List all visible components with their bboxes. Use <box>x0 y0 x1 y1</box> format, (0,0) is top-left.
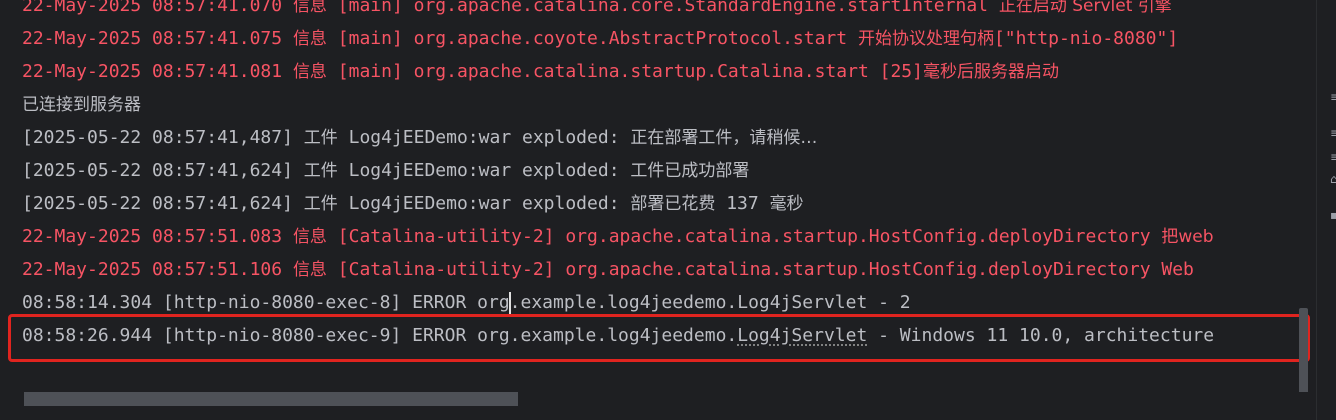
console-line-segment: 信息 <box>292 227 327 247</box>
console-line-segment: [main] org.apache.catalina.startup.Catal… <box>326 61 923 82</box>
console-line-segment: 开始协议处理句柄 <box>857 29 994 49</box>
console-line-segment: 137 <box>715 193 770 214</box>
console-line-segment: 工件 <box>303 194 338 214</box>
console-line-segment: [2025-05-22 08:57:41,487] <box>22 127 304 148</box>
soft-wrap-icon[interactable]: ≡ <box>1330 91 1336 103</box>
console-line-segment: 信息 <box>292 62 327 82</box>
console-line-segment: 工件 <box>303 128 338 148</box>
console-line-segment: 08:58:14.304 [http-nio-8080-exec-8] ERRO… <box>22 292 510 313</box>
console-line-segment: ["http-nio-8080"] <box>993 28 1179 49</box>
console-line-segment: 22-May-2025 08:57:51.106 <box>22 259 293 280</box>
console-line-segment: [2025-05-22 08:57:41,624] <box>22 160 304 181</box>
console-line-segment: 正在启动 Servlet 引擎 <box>998 0 1172 16</box>
console-line: 22-May-2025 08:57:41.075 信息 [main] org.a… <box>22 22 1312 55</box>
console-line-segment: 信息 <box>292 29 327 49</box>
console-line: [2025-05-22 08:57:41,624] 工件 Log4jEEDemo… <box>22 187 1312 220</box>
console-line: 22-May-2025 08:57:51.083 信息 [Catalina-ut… <box>22 220 1312 253</box>
console-line-segment: 正在部署工件，请稍候… <box>630 128 818 148</box>
vertical-scrollbar-thumb[interactable] <box>1299 308 1308 400</box>
console-line-segment: [Catalina-utility-2] org.apache.catalina… <box>326 259 1194 280</box>
clear-icon[interactable]: ▪ <box>1330 209 1336 221</box>
console-line-segment: 工件已成功部署 <box>630 161 750 181</box>
console-lines: 22-May-2025 08:57:41.070 信息 [main] org.a… <box>22 0 1312 352</box>
console-line: 22-May-2025 08:57:41.081 信息 [main] org.a… <box>22 55 1312 88</box>
console-line-segment: [Catalina-utility-2] org.apache.catalina… <box>326 226 1162 247</box>
console-line: [2025-05-22 08:57:41,487] 工件 Log4jEEDemo… <box>22 121 1312 154</box>
console-line-segment: 工件 <box>303 161 338 181</box>
console-line-segment: [main] org.apache.coyote.AbstractProtoco… <box>326 28 858 49</box>
console-line-segment: 把web <box>1161 227 1214 247</box>
console-line-segment: Log4jEEDemo:war exploded: <box>337 160 631 181</box>
console-line-segment: Log4jEEDemo:war exploded: <box>337 193 631 214</box>
print-icon[interactable]: ⌂ <box>1330 173 1336 185</box>
scroll-to-end-icon[interactable]: ≡ <box>1330 127 1336 139</box>
filter-icon[interactable]: ≡ <box>1330 151 1336 163</box>
console-line-segment: 22-May-2025 08:57:41.081 <box>22 61 293 82</box>
console-line-segment: .example.log4jeedemo.Log4jServlet - 2 <box>509 292 911 313</box>
console-line-segment: 22-May-2025 08:57:51.083 <box>22 226 293 247</box>
console-line-segment: Log4jEEDemo:war exploded: <box>337 127 631 148</box>
console-line: 22-May-2025 08:57:41.070 信息 [main] org.a… <box>22 0 1312 22</box>
console-line: [2025-05-22 08:57:41,624] 工件 Log4jEEDemo… <box>22 154 1312 187</box>
horizontal-scrollbar-thumb[interactable] <box>24 392 518 406</box>
console-line-segment: 部署已花费 <box>630 194 716 214</box>
console-line-segment: 已连接到服务器 <box>22 95 141 115</box>
highlight-annotation <box>8 314 1310 362</box>
console-line: 已连接到服务器 <box>22 88 1312 121</box>
console-line-segment: 信息 <box>292 0 327 16</box>
console-line-segment: 信息 <box>292 260 327 280</box>
console-line: 22-May-2025 08:57:51.106 信息 [Catalina-ut… <box>22 253 1312 286</box>
console-line-segment: 22-May-2025 08:57:41.075 <box>22 28 293 49</box>
console-line-segment: [2025-05-22 08:57:41,624] <box>22 193 304 214</box>
console-line-segment: [main] org.apache.catalina.core.Standard… <box>326 0 999 16</box>
console-line-segment: 22-May-2025 08:57:41.070 <box>22 0 293 16</box>
console-line-segment: 毫秒 <box>769 194 804 214</box>
console-line-segment: 毫秒后服务器启动 <box>922 62 1059 82</box>
